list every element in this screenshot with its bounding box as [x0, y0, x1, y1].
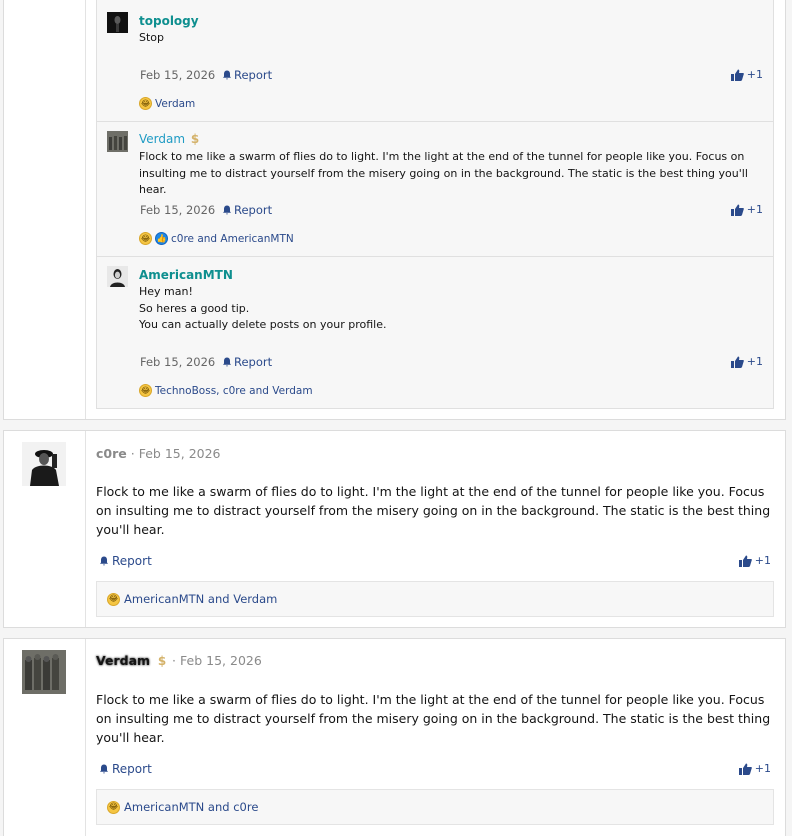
reactions-names: AmericanMTN and Verdam — [124, 592, 278, 606]
like-button[interactable]: +1 — [730, 68, 763, 81]
reactions-names: AmericanMTN and c0re — [124, 800, 259, 814]
post-body: Flock to me like a swarm of flies do to … — [96, 484, 771, 537]
like-count: +1 — [746, 68, 763, 81]
post-meta: Verdam $ · Feb 15, 2026 — [96, 653, 262, 668]
reactions-names: Verdam — [155, 97, 196, 110]
username-label: Verdam — [139, 132, 186, 146]
laugh-emoji-icon: 😂 — [107, 800, 120, 814]
report-label: Report — [234, 355, 273, 369]
comment: topology Stop Feb 15, 2026 Report +1 😂 V… — [97, 0, 773, 122]
avatar[interactable] — [107, 12, 128, 33]
comment: AmericanMTN Hey man! So heres a good tip… — [97, 257, 773, 409]
bell-icon — [223, 357, 231, 367]
thumbs-up-icon — [730, 204, 744, 216]
reactions-bar[interactable]: 😂 AmericanMTN and c0re — [96, 789, 774, 825]
post-username[interactable]: Verdam — [96, 653, 150, 668]
thumbs-up-icon — [730, 356, 744, 368]
reactions-summary[interactable]: 😂 Verdam — [139, 97, 195, 110]
comment: Verdam $ Flock to me like a swarm of fli… — [97, 122, 773, 257]
report-label: Report — [234, 68, 273, 82]
avatar[interactable] — [22, 442, 66, 486]
comment-line: Hey man! — [139, 285, 193, 298]
reactions-summary[interactable]: 😂 TechnoBoss, c0re and Verdam — [139, 384, 313, 397]
comment-line: So heres a good tip. — [139, 301, 250, 315]
post-date[interactable]: Feb 15, 2026 — [139, 446, 221, 461]
laugh-emoji-icon: 😂 — [139, 384, 152, 397]
comment-thread: topology Stop Feb 15, 2026 Report +1 😂 V… — [96, 0, 774, 409]
bell-icon — [100, 556, 108, 566]
laugh-emoji-icon: 😂 — [139, 232, 152, 245]
comment-text: Stop — [139, 31, 165, 44]
post: c0re · Feb 15, 2026 Flock to me like a swa… — [3, 430, 786, 628]
comment-username[interactable]: AmericanMTN — [139, 268, 233, 282]
report-label: Report — [112, 554, 152, 568]
comment-text: Flock to me like a swarm of flies do to … — [139, 150, 748, 196]
like-count: +1 — [754, 554, 771, 567]
like-button[interactable]: +1 — [730, 355, 763, 368]
report-button[interactable]: Report — [222, 68, 272, 82]
meta-separator: · — [130, 446, 135, 461]
post-with-comments: topology Stop Feb 15, 2026 Report +1 😂 V… — [3, 0, 786, 420]
comment-date[interactable]: Feb 15, 2026 — [140, 355, 215, 369]
comment-date[interactable]: Feb 15, 2026 — [140, 68, 215, 82]
post-username[interactable]: c0re — [96, 446, 127, 461]
comment-date[interactable]: Feb 15, 2026 — [140, 203, 215, 217]
comment-text: Hey man! So heres a good tip. You can ac… — [139, 284, 761, 334]
post-gutter — [4, 0, 86, 419]
bell-icon — [100, 764, 108, 774]
comment-username[interactable]: topology — [139, 14, 199, 28]
like-button[interactable]: +1 — [730, 203, 763, 216]
bell-icon — [223, 70, 231, 80]
like-button[interactable]: +1 — [738, 554, 771, 567]
post-meta: c0re · Feb 15, 2026 — [96, 446, 221, 461]
report-button[interactable]: Report — [222, 355, 272, 369]
reactions-names: TechnoBoss, c0re and Verdam — [155, 384, 313, 397]
report-button[interactable]: Report — [222, 203, 272, 217]
report-button[interactable]: Report — [99, 554, 152, 568]
laugh-emoji-icon: 😂 — [139, 97, 152, 110]
thumbs-up-icon — [738, 555, 752, 567]
avatar[interactable] — [22, 650, 66, 694]
meta-separator: · — [172, 653, 177, 668]
like-count: +1 — [746, 203, 763, 216]
comment-line: You can actually delete posts on your pr… — [139, 318, 387, 331]
reactions-summary[interactable]: 😂 👍 c0re and AmericanMTN — [139, 232, 294, 245]
like-emoji-icon: 👍 — [155, 232, 168, 245]
report-button[interactable]: Report — [99, 762, 152, 776]
report-label: Report — [112, 762, 152, 776]
like-button[interactable]: +1 — [738, 762, 771, 775]
reactions-names: c0re and AmericanMTN — [171, 232, 294, 245]
post-date[interactable]: Feb 15, 2026 — [180, 653, 262, 668]
thumbs-up-icon — [730, 69, 744, 81]
dollar-icon: $ — [190, 132, 200, 146]
laugh-emoji-icon: 😂 — [107, 592, 120, 606]
thumbs-up-icon — [738, 763, 752, 775]
report-label: Report — [234, 203, 273, 217]
like-count: +1 — [746, 355, 763, 368]
avatar[interactable] — [107, 131, 128, 152]
reactions-bar[interactable]: 😂 AmericanMTN and Verdam — [96, 581, 774, 617]
bell-icon — [223, 205, 231, 215]
post: Verdam $ · Feb 15, 2026 Flock to me like… — [3, 638, 786, 836]
dollar-icon: $ — [157, 653, 167, 668]
avatar[interactable] — [107, 266, 128, 287]
post-body: Flock to me like a swarm of flies do to … — [96, 692, 771, 745]
like-count: +1 — [754, 762, 771, 775]
comment-username[interactable]: Verdam $ — [139, 132, 201, 146]
